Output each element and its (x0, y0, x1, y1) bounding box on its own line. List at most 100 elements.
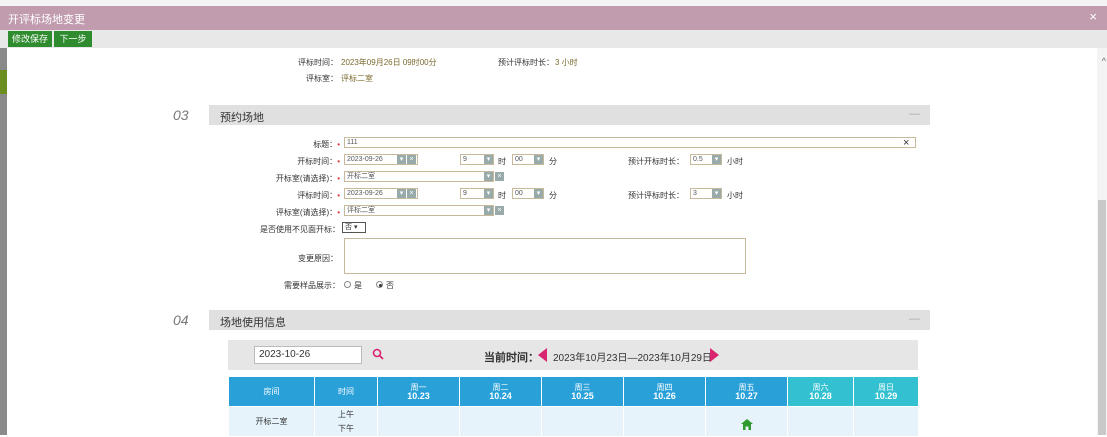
schedule-header-row: 房间 时间 周一 10.23 周二 10.24 周三 10.25 周四 10.26 周五… (228, 376, 919, 407)
header-date: 10.25 (571, 390, 594, 401)
header-date: 10.28 (809, 390, 832, 401)
calendar-toolbar: 2023-10-26 当前时间： 2023年10月23日—2023年10月29日 (228, 340, 918, 370)
sample-yes-radio[interactable] (344, 281, 351, 288)
header-date: 10.24 (489, 390, 512, 401)
pm-label: 下午 (338, 423, 354, 433)
header-tue: 周二 10.24 (459, 376, 542, 407)
section-04-number: 04 (173, 312, 189, 328)
header-sat: 周六 10.28 (787, 376, 854, 407)
remote-open-select[interactable]: 否 ▾ (342, 222, 366, 233)
eval-duration-label: 预计评标时长： (628, 191, 684, 200)
chevron-down-icon[interactable]: ▾ (534, 155, 543, 164)
slot-cell[interactable] (541, 406, 624, 437)
select-icon[interactable]: ▾ (484, 172, 493, 181)
clear-icon[interactable]: × (407, 155, 416, 164)
header-date: 10.23 (407, 390, 430, 401)
top-est-duration-label: 预计评标时长： (498, 58, 554, 67)
eval-room-label-text: 评标室(请选择)： (275, 208, 338, 217)
header-thu: 周四 10.26 (623, 376, 706, 407)
slot-cell[interactable] (459, 406, 542, 437)
chevron-down-icon[interactable]: ▾ (712, 189, 721, 198)
open-room-label: 开标室(请选择)：• (270, 173, 340, 184)
current-time-label: 当前时间： (484, 352, 539, 364)
chevron-down-icon[interactable]: ▾ (712, 155, 721, 164)
header-date: 10.29 (874, 390, 898, 401)
header-date: 10.26 (653, 390, 676, 401)
section-04-header: 场地使用信息 — (209, 310, 930, 330)
open-time-label-text: 开标时间： (297, 157, 338, 166)
top-eval-room-value: 评标二室 (341, 74, 373, 83)
search-icon[interactable] (372, 348, 384, 360)
sample-no-radio[interactable] (376, 281, 383, 288)
minute-unit: 分 (549, 191, 557, 200)
title-label-text: 标题： (313, 140, 338, 149)
scroll-up-icon[interactable]: ^ (1102, 56, 1106, 66)
slot-cell[interactable] (787, 406, 854, 437)
eval-time-label: 评标时间：• (290, 190, 340, 201)
top-eval-room-label: 评标室： (306, 74, 338, 83)
home-icon[interactable] (740, 419, 753, 430)
header-room: 房间 (228, 376, 315, 407)
section-03-number: 03 (173, 107, 189, 123)
section-03-title: 预约场地 (220, 112, 264, 124)
calendar-date-input[interactable]: 2023-10-26 (254, 346, 362, 364)
clear-title-icon[interactable]: × (903, 137, 909, 149)
slot-cell[interactable] (377, 406, 460, 437)
table-row: 开标二室 上午 下午 (228, 406, 919, 437)
select-icon[interactable]: ▾ (484, 206, 493, 215)
title-input[interactable]: 111 (344, 137, 916, 148)
clear-icon[interactable]: × (495, 206, 504, 215)
slot-cell[interactable] (853, 406, 919, 437)
change-reason-textarea[interactable] (344, 238, 746, 274)
header-sun: 周日 10.29 (853, 376, 919, 407)
room-cell: 开标二室 (228, 406, 315, 437)
clear-icon[interactable]: × (495, 172, 504, 181)
eval-time-label-text: 评标时间： (297, 191, 338, 200)
section-03-header: 预约场地 — (209, 105, 930, 125)
header-fri: 周五 10.27 (705, 376, 788, 407)
header-room-label: 房间 (263, 387, 280, 396)
next-step-button[interactable]: 下一步 (54, 31, 92, 47)
window-title: 开评标场地变更 (8, 14, 85, 26)
hour-unit: 时 (498, 157, 506, 166)
open-time-label: 开标时间：• (290, 156, 340, 167)
title-bar: 开评标场地变更 × (0, 0, 1107, 30)
arrow-left-icon[interactable] (538, 348, 547, 362)
header-mon: 周一 10.23 (377, 376, 460, 407)
top-eval-time-value: 2023年09月26日 09时00分 (341, 58, 437, 67)
arrow-right-icon[interactable] (710, 348, 719, 362)
left-rail (0, 48, 7, 435)
section-04-collapse[interactable]: — (909, 313, 920, 325)
clear-icon[interactable]: × (407, 189, 416, 198)
chevron-down-icon[interactable]: ▾ (484, 189, 493, 198)
required-mark: • (337, 157, 340, 166)
sample-yes-label: 是 (354, 281, 362, 290)
open-room-label-text: 开标室(请选择)： (275, 174, 338, 183)
section-04-title: 场地使用信息 (220, 317, 286, 329)
remote-open-label: 是否使用不见面开标： (260, 225, 340, 234)
save-button[interactable]: 修改保存 (8, 31, 52, 47)
change-reason-label: 变更原因： (298, 254, 338, 263)
open-room-input[interactable]: 开标二室 (344, 171, 494, 182)
calendar-icon[interactable]: ▾ (397, 155, 406, 164)
left-rail-accent (0, 70, 7, 94)
close-icon[interactable]: × (1089, 10, 1097, 23)
open-duration-unit: 小时 (727, 157, 743, 166)
slot-cell[interactable] (705, 406, 788, 437)
section-03-collapse[interactable]: — (909, 108, 920, 120)
calendar-icon[interactable]: ▾ (397, 189, 406, 198)
toolbar: 修改保存 下一步 (0, 30, 1107, 48)
chevron-down-icon[interactable]: ▾ (484, 155, 493, 164)
hour-unit: 时 (498, 191, 506, 200)
eval-room-input[interactable]: 评标二室 (344, 205, 494, 216)
required-mark: • (337, 140, 340, 149)
header-time-label: 时间 (338, 387, 354, 396)
minute-unit: 分 (549, 157, 557, 166)
chevron-down-icon[interactable]: ▾ (534, 189, 543, 198)
scroll-thumb[interactable] (1098, 200, 1106, 435)
slot-cell[interactable] (623, 406, 706, 437)
eval-duration-unit: 小时 (727, 191, 743, 200)
top-eval-time-label: 评标时间： (298, 58, 338, 67)
top-strip (0, 0, 1107, 6)
time-cell: 上午 下午 (314, 406, 378, 437)
